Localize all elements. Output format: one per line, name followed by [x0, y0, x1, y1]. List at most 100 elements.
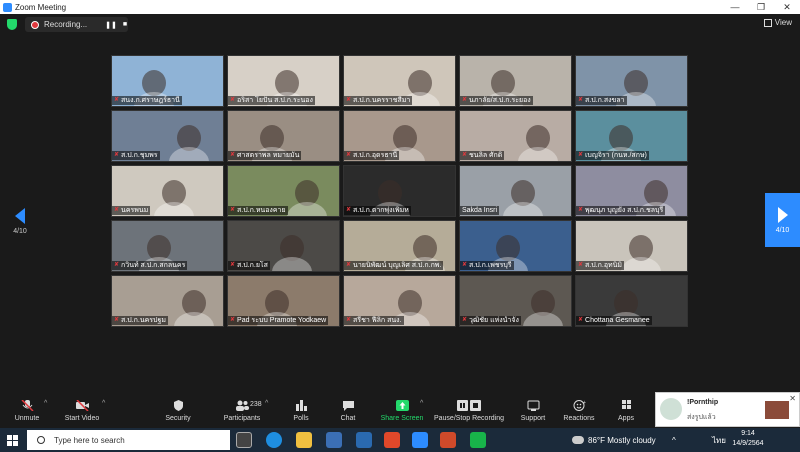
participant-body: [287, 202, 327, 216]
participant-name: Sakda Insri: [462, 207, 498, 214]
mail-icon[interactable]: [356, 432, 372, 448]
close-notification-icon[interactable]: ✕: [789, 394, 796, 403]
input-language[interactable]: ไทย: [712, 428, 726, 452]
participant-video-tile[interactable]: ✘ พุฒนุภ บุญยัง ส.ป.ก.ชลบุรี: [575, 165, 688, 217]
participant-name: นครพนม: [121, 207, 149, 214]
view-button[interactable]: View: [763, 18, 792, 27]
task-view-icon[interactable]: [236, 432, 252, 448]
chat-label: Chat: [340, 415, 356, 422]
chat-icon: [342, 400, 355, 411]
share-options-chevron-icon[interactable]: ^: [420, 400, 423, 407]
share-screen-button[interactable]: Share Screen: [380, 394, 424, 428]
participants-button[interactable]: Participants: [220, 394, 264, 428]
participant-video-tile[interactable]: ✘ ส.ป.ก.นครปฐม: [111, 275, 224, 327]
edge-browser-icon[interactable]: [266, 432, 282, 448]
minimize-button[interactable]: —: [722, 2, 748, 12]
participant-body: [621, 257, 661, 271]
taskbar-clock[interactable]: 9:14 14/9/2564: [728, 429, 768, 449]
weather-widget[interactable]: 86°F Mostly cloudy: [572, 428, 656, 452]
participant-video-tile[interactable]: ✘ Chottana Gesmanee: [575, 275, 688, 327]
participant-nameplate: ✘ ชนลิล ศักดิ: [460, 151, 505, 160]
participant-video-tile[interactable]: ✘ ส.ป.ก.ยโส: [227, 220, 340, 272]
participant-video-tile[interactable]: ✘ ส.ป.ก.หนองคาย: [227, 165, 340, 217]
participant-name: ส.ป.ก.อุทนิมิ: [585, 262, 623, 269]
recording-label: Recording...: [44, 20, 88, 29]
participant-video-tile[interactable]: ✘ วุฒิชัย แห่งน้ำจัง: [459, 275, 572, 327]
participant-body: [174, 312, 214, 326]
file-explorer-icon[interactable]: [296, 432, 312, 448]
chat-notification-toast[interactable]: !Pornthip ส่งรูปแล้ว ✕: [655, 392, 800, 427]
participant-nameplate: ✘ ส.ป.ก.อุดรธานี: [344, 151, 400, 160]
participants-options-chevron-icon[interactable]: ^: [265, 400, 268, 407]
clock-time: 9:14: [741, 430, 755, 437]
participant-name: ส.ป.ก.ชุมพร: [121, 152, 158, 159]
participant-video-tile[interactable]: Sakda Insri: [459, 165, 572, 217]
participant-video-tile[interactable]: ✘ ส.ป.ก.อุดรธานี: [343, 110, 456, 162]
muted-mic-icon: ✘: [462, 97, 468, 103]
participant-video-tile[interactable]: ✘ กวินท์ ส.ป.ก.สกลนคร: [111, 220, 224, 272]
office-icon[interactable]: [384, 432, 400, 448]
participant-video-tile[interactable]: ✘ ศาสตราพล หมายมั่น: [227, 110, 340, 162]
windows-start-icon[interactable]: [7, 435, 18, 446]
start-video-label: Start Video: [64, 415, 100, 422]
store-icon[interactable]: [326, 432, 342, 448]
page-indicator-left: 4/10: [13, 227, 27, 235]
reactions-button[interactable]: + Reactions: [563, 394, 595, 428]
participant-video-tile[interactable]: ✘ ส.ป.ก.สงขลา: [575, 55, 688, 107]
participant-video-tile[interactable]: ✘ Pad ระบบ Pramote Yodkaew: [227, 275, 340, 327]
unmute-button[interactable]: Unmute: [12, 394, 42, 428]
previous-page-button[interactable]: 4/10: [4, 196, 36, 246]
next-page-button[interactable]: 4/10: [765, 193, 800, 247]
participant-name: วุฒิชัย แห่งน้ำจัง: [469, 317, 519, 324]
close-button[interactable]: ✕: [774, 2, 800, 13]
zoom-window: Zoom Meeting — ❐ ✕ Recording... ❚❚ ■ Vie…: [0, 0, 800, 452]
participant-name: ส.ป.ก.ตากพุ่งเพิ่มห: [353, 207, 409, 214]
participant-video-tile[interactable]: ✘ ส.ป.ก.ตากพุ่งเพิ่มห: [343, 165, 456, 217]
grid-view-icon: [763, 18, 772, 27]
line-app-icon[interactable]: [470, 432, 486, 448]
participant-video-tile[interactable]: ✘ นายนิพัฒน์ บุญเลิศ ส.ป.ก.กพ.: [343, 220, 456, 272]
participant-name: ศาสตราพล หมายมั่น: [237, 152, 300, 159]
participant-video-tile[interactable]: ✘ นภาลัย/ส.ป.ก.ระยอง: [459, 55, 572, 107]
muted-mic-icon: ✘: [114, 262, 120, 268]
pause-recording-icon[interactable]: ❚❚: [105, 21, 117, 29]
tray-overflow-chevron-icon[interactable]: ^: [672, 428, 676, 452]
participant-video-tile[interactable]: ✘ อริสา โยปัน ส.ป.ก.ระนอง: [227, 55, 340, 107]
polls-button[interactable]: Polls: [289, 394, 313, 428]
participant-video-tile[interactable]: ✘ นครพนม: [111, 165, 224, 217]
svg-text:+: +: [583, 400, 586, 406]
participant-video-tile[interactable]: ✘ ส.ป.ก.นครราชสีมา: [343, 55, 456, 107]
participant-video-tile[interactable]: ✘ ชนลิล ศักดิ: [459, 110, 572, 162]
muted-mic-icon: ✘: [114, 317, 120, 323]
weather-text: 86°F Mostly cloudy: [588, 435, 656, 445]
muted-mic-icon: ✘: [346, 97, 352, 103]
video-options-chevron-icon[interactable]: ^: [102, 400, 105, 407]
participant-video-tile[interactable]: ✘ เบญจิรา (กนห./สกษ): [575, 110, 688, 162]
participant-video-tile[interactable]: ✘ ส.ป.ก.อุทนิมิ: [575, 220, 688, 272]
participant-video-tile[interactable]: ✘ ส.ป.ก.ชุมพร: [111, 110, 224, 162]
participant-video-tile[interactable]: ✘ สรีชา ฟีลิก สนง.: [343, 275, 456, 327]
taskbar-search-input[interactable]: Type here to search: [27, 430, 230, 450]
participant-video-tile[interactable]: ✘ ส.ป.ก.เพชรบุรี: [459, 220, 572, 272]
muted-mic-icon: ✘: [230, 207, 236, 213]
participant-nameplate: ✘ ส.ป.ก.นครปฐม: [112, 316, 168, 325]
zoom-taskbar-icon[interactable]: [412, 432, 428, 448]
encryption-shield-icon[interactable]: [7, 19, 17, 30]
participant-name: Chottana Gesmanee: [585, 317, 650, 324]
maximize-button[interactable]: ❐: [748, 2, 774, 13]
audio-options-chevron-icon[interactable]: ^: [44, 400, 47, 407]
muted-mic-icon: ✘: [230, 262, 236, 268]
participant-nameplate: ✘ ส.ป.ก.ตากพุ่งเพิ่มห: [344, 206, 411, 215]
participant-nameplate: ✘ นายนิพัฒน์ บุญเลิศ ส.ป.ก.กพ.: [344, 261, 444, 270]
apps-button[interactable]: Apps: [614, 394, 638, 428]
start-video-button[interactable]: Start Video: [62, 394, 102, 428]
security-button[interactable]: Security: [163, 394, 193, 428]
powerpoint-icon[interactable]: [440, 432, 456, 448]
pause-stop-recording-button[interactable]: Pause/Stop Recording: [433, 394, 505, 428]
stop-recording-icon[interactable]: ■: [123, 21, 127, 28]
support-button[interactable]: Support: [517, 394, 549, 428]
chat-button[interactable]: Chat: [336, 394, 360, 428]
participant-body: [272, 257, 312, 271]
participant-video-tile[interactable]: ✘ สนง.ก.ศราษฎร์ธานี: [111, 55, 224, 107]
muted-mic-icon: ✘: [346, 152, 352, 158]
